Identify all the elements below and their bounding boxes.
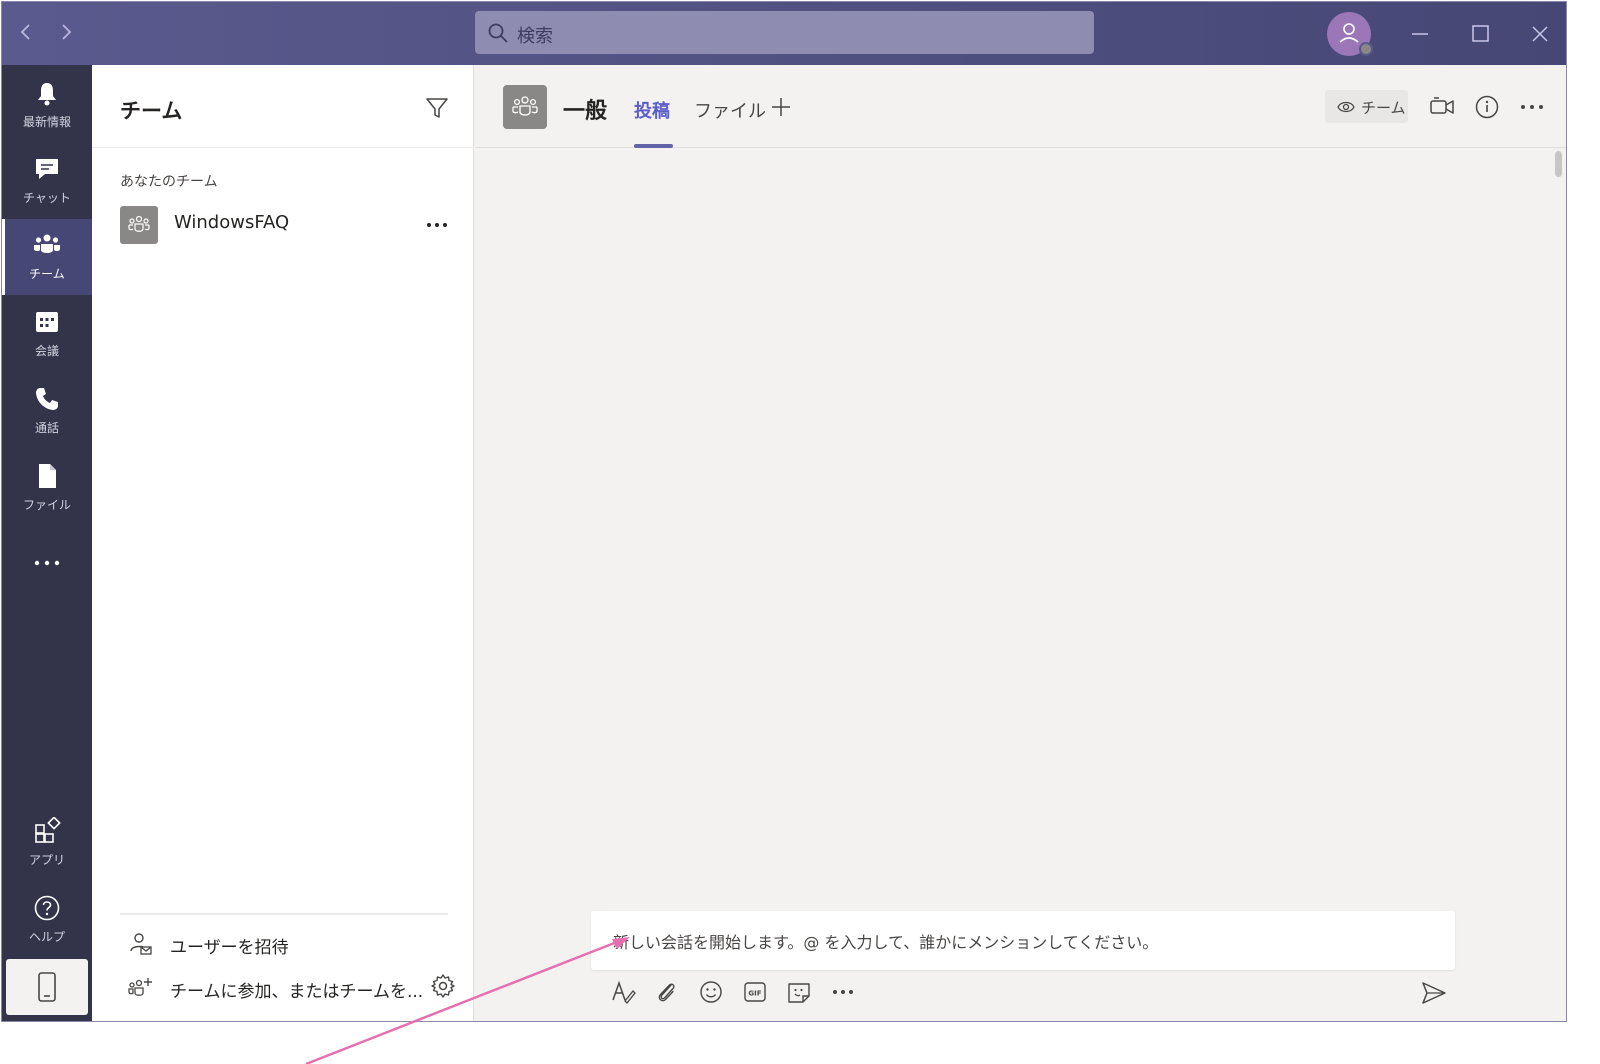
rail-item-chat[interactable]: チャット [2, 143, 92, 219]
active-tab-indicator [634, 144, 673, 148]
panel-divider [92, 147, 474, 148]
team-people-icon [128, 215, 150, 232]
mobile-download-button[interactable] [6, 959, 88, 1015]
file-icon [39, 464, 56, 488]
conversation-area: 新しい会話を開始します。@ を入力して、誰かにメンションしてください。 GIF [475, 149, 1566, 1021]
join-or-create-team-button[interactable]: チームに参加、またはチームを... [120, 973, 460, 1003]
sticker-icon[interactable] [786, 979, 812, 1005]
bottom-divider [120, 913, 448, 915]
team-list-item[interactable]: WindowsFAQ [92, 201, 474, 251]
rail-item-help[interactable]: ヘルプ [2, 882, 92, 958]
more-actions-icon[interactable] [830, 979, 856, 1005]
channel-team-avatar [503, 85, 547, 129]
title-bar: 検索 [2, 2, 1566, 65]
team-visibility-button[interactable]: チーム [1325, 90, 1408, 123]
team-people-icon [512, 96, 538, 116]
rail-item-calendar[interactable]: 会議 [2, 296, 92, 372]
rail-item-activity[interactable]: 最新情報 [2, 67, 92, 143]
tab-files[interactable]: ファイル [694, 97, 766, 123]
section-label-your-teams: あなたのチーム [120, 174, 218, 190]
chat-icon [36, 159, 58, 179]
calendar-icon [36, 312, 58, 332]
add-tab-icon[interactable] [769, 95, 793, 119]
gear-icon[interactable] [430, 973, 456, 999]
more-apps-icon[interactable] [32, 557, 62, 569]
rail-label-chat: チャット [23, 191, 71, 205]
channel-name: 一般 [563, 99, 608, 124]
apps-icon [35, 817, 61, 843]
tab-posts[interactable]: 投稿 [634, 97, 670, 123]
compose-box[interactable]: 新しい会話を開始します。@ を入力して、誰かにメンションしてください。 [591, 911, 1455, 970]
back-arrow-icon[interactable] [14, 20, 38, 44]
rail-label-help: ヘルプ [28, 930, 65, 944]
rail-label-calendar: 会議 [34, 344, 59, 358]
send-icon[interactable] [1420, 979, 1448, 1007]
eye-icon [1337, 101, 1355, 113]
rail-label-calls: 通話 [34, 421, 59, 435]
search-input[interactable]: 検索 [475, 11, 1094, 54]
phone-icon [36, 388, 58, 410]
avatar[interactable] [1327, 12, 1373, 56]
mobile-phone-icon [38, 972, 56, 1002]
invite-people-label: ユーザーを招待 [170, 938, 289, 958]
rail-item-apps[interactable]: アプリ [2, 805, 92, 881]
invite-person-icon [130, 933, 152, 955]
maximize-icon[interactable] [1462, 16, 1498, 52]
presence-status-badge [1359, 42, 1373, 56]
panel-title: チーム [120, 99, 183, 123]
invite-people-button[interactable]: ユーザーを招待 [120, 929, 460, 959]
teams-icon [34, 234, 60, 253]
rail-item-files[interactable]: ファイル [2, 450, 92, 526]
rail-label-teams: チーム [29, 267, 65, 281]
team-name: WindowsFAQ [174, 212, 290, 233]
channel-header: 一般 投稿 ファイル チーム [475, 65, 1566, 148]
help-icon [34, 895, 60, 921]
meet-video-icon[interactable] [1429, 94, 1455, 120]
team-more-options-icon[interactable] [426, 221, 448, 229]
forward-arrow-icon[interactable] [54, 20, 78, 44]
format-text-icon[interactable] [610, 979, 636, 1005]
bell-icon [38, 83, 56, 106]
rail-label-apps: アプリ [28, 853, 65, 867]
compose-placeholder: 新しい会話を開始します。@ を入力して、誰かにメンションしてください。 [613, 933, 1159, 952]
close-icon[interactable] [1522, 16, 1558, 52]
join-or-create-team-label: チームに参加、またはチームを... [170, 982, 424, 1002]
app-rail: 最新情報 チャット チーム 会議 通話 ファイル アプリ ヘルプ [2, 65, 92, 1021]
rail-label-files: ファイル [22, 498, 71, 512]
team-avatar [120, 206, 158, 244]
gif-icon[interactable]: GIF [742, 979, 768, 1005]
rail-item-teams[interactable]: チーム [2, 219, 92, 295]
teams-list-panel: チーム あなたのチーム WindowsFAQ ユーザーを招待 チームに参加、また… [92, 65, 474, 1021]
teams-window: 検索 最新情報 チャット チーム 会議 通話 ファイル アプリ ヘルプ チーム … [1, 1, 1567, 1022]
rail-label-activity: 最新情報 [22, 115, 71, 129]
filter-icon[interactable] [424, 95, 450, 121]
more-options-icon[interactable] [1519, 94, 1545, 120]
emoji-icon[interactable] [698, 979, 724, 1005]
rail-item-calls[interactable]: 通話 [2, 373, 92, 449]
info-icon[interactable] [1474, 94, 1500, 120]
minimize-icon[interactable] [1402, 16, 1438, 52]
svg-text:GIF: GIF [748, 990, 761, 998]
add-team-icon [128, 978, 152, 996]
team-visibility-label: チーム [1361, 99, 1406, 117]
search-placeholder: 検索 [517, 26, 553, 47]
scrollbar[interactable] [1555, 151, 1562, 177]
search-icon [488, 23, 508, 43]
attach-icon[interactable] [654, 979, 680, 1005]
